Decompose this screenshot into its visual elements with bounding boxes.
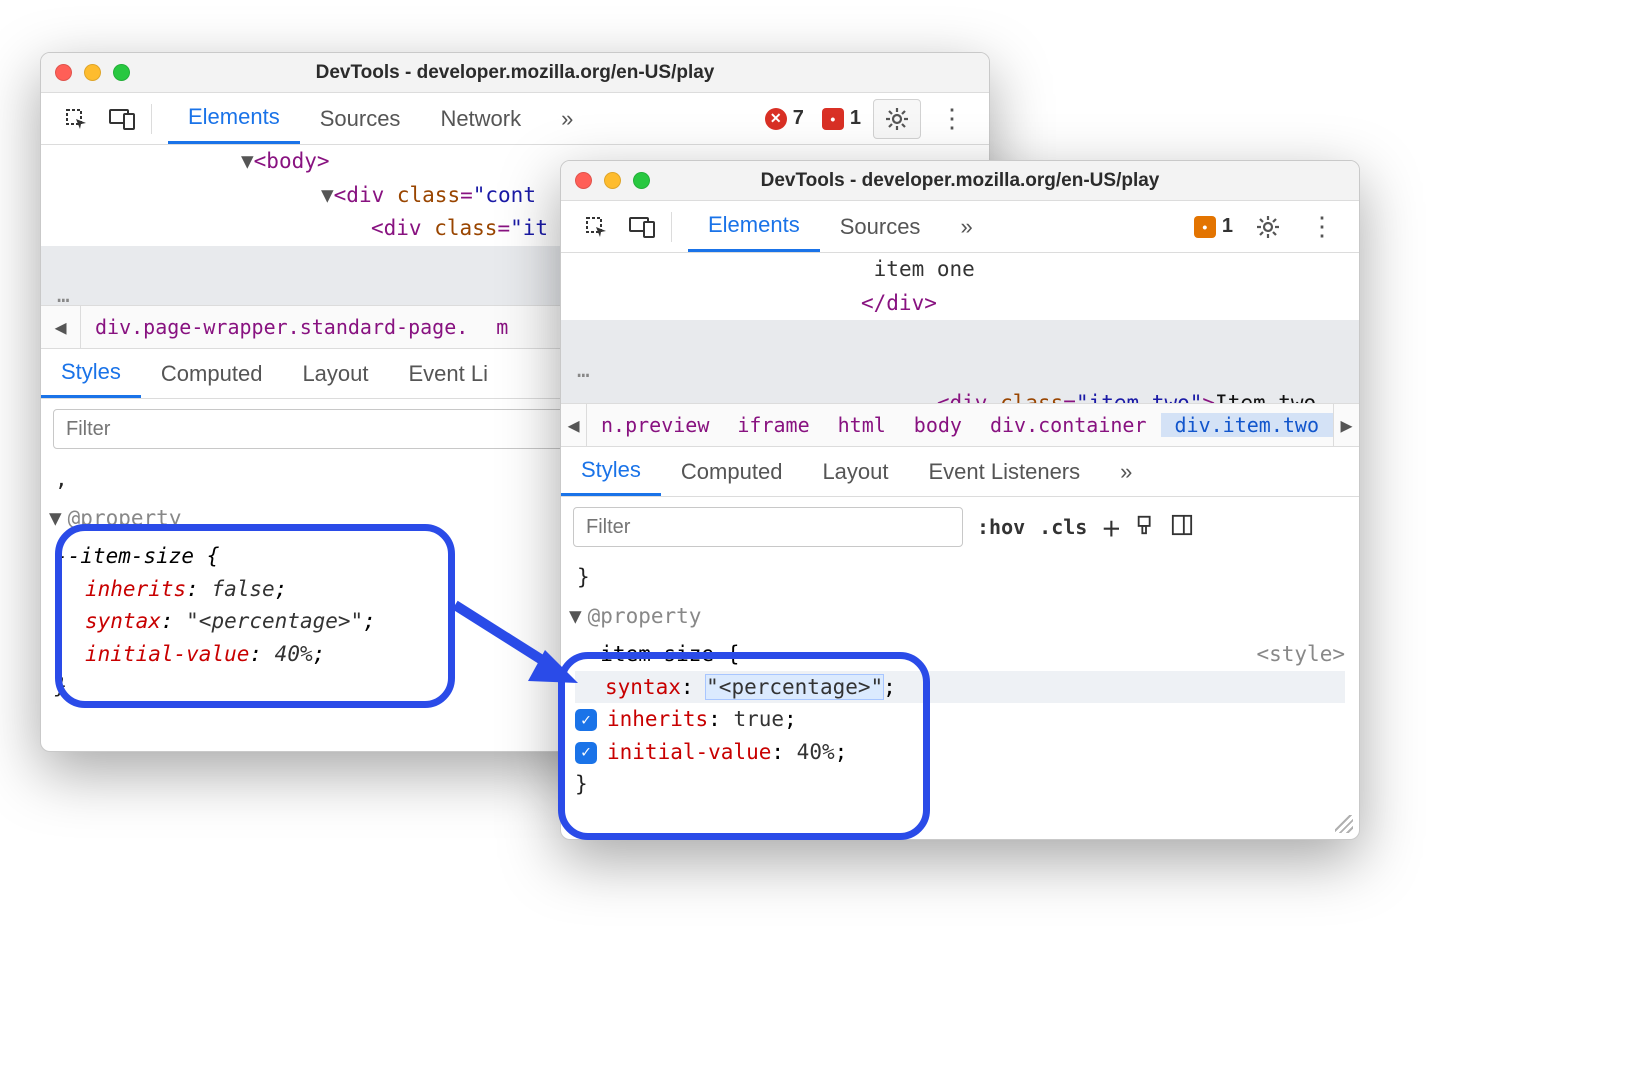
toolbar-right: • 1 ⋮ bbox=[1188, 211, 1347, 242]
window-title: DevTools - developer.mozilla.org/en-US/p… bbox=[561, 170, 1359, 192]
crumb-item[interactable]: div.page-wrapper.standard-page. bbox=[81, 315, 482, 339]
issue-icon: • bbox=[822, 108, 844, 130]
device-icon[interactable] bbox=[619, 201, 665, 252]
crumb-item[interactable]: iframe bbox=[723, 413, 823, 437]
panel-tabs: Elements Sources » bbox=[688, 201, 993, 252]
crumb-item[interactable]: n.preview bbox=[587, 413, 723, 437]
breadcrumb: ◀ n.preview iframe html body div.contain… bbox=[561, 403, 1359, 447]
window-title: DevTools - developer.mozilla.org/en-US/p… bbox=[41, 62, 989, 84]
devtools-window-b: DevTools - developer.mozilla.org/en-US/p… bbox=[560, 160, 1360, 840]
styles-filter-bar: :hov .cls ＋ bbox=[561, 497, 1359, 557]
minimize-icon[interactable] bbox=[604, 172, 621, 189]
devtools-toolbar: Elements Sources Network » ✕ 7 • 1 ⋮ bbox=[41, 93, 989, 145]
minimize-icon[interactable] bbox=[84, 64, 101, 81]
tabs-overflow[interactable]: » bbox=[1100, 447, 1152, 496]
subtab-computed[interactable]: Computed bbox=[141, 349, 283, 398]
crumb-item-active[interactable]: div.item.two bbox=[1161, 413, 1334, 437]
dom-tree[interactable]: item one </div> … <div class="item two">… bbox=[561, 253, 1359, 403]
gear-icon[interactable] bbox=[1245, 215, 1291, 239]
styles-pane[interactable]: } ▼@property <style> --item-size { synta… bbox=[561, 557, 1359, 813]
gear-icon[interactable] bbox=[873, 99, 921, 139]
traffic-lights bbox=[55, 64, 130, 81]
devtools-toolbar: Elements Sources » • 1 ⋮ bbox=[561, 201, 1359, 253]
inspect-icon[interactable] bbox=[573, 201, 619, 252]
error-badge[interactable]: ✕ 7 bbox=[759, 105, 810, 132]
close-brace: } bbox=[569, 561, 1351, 594]
divider bbox=[151, 104, 152, 134]
warning-badge[interactable]: • 1 bbox=[816, 105, 867, 132]
crumb-item[interactable]: body bbox=[900, 413, 976, 437]
issue-icon: • bbox=[1194, 216, 1216, 238]
tab-network[interactable]: Network bbox=[420, 93, 541, 144]
close-icon[interactable] bbox=[55, 64, 72, 81]
subtab-event-listeners[interactable]: Event Li bbox=[389, 349, 509, 398]
ellipsis-icon[interactable]: … bbox=[577, 354, 590, 388]
subtab-layout[interactable]: Layout bbox=[802, 447, 908, 496]
ellipsis-icon[interactable]: … bbox=[57, 279, 70, 305]
error-count: 7 bbox=[793, 107, 804, 130]
resize-handle-icon[interactable] bbox=[1335, 815, 1353, 833]
warning-count: 1 bbox=[1222, 215, 1233, 238]
checkbox-icon[interactable]: ✓ bbox=[575, 742, 597, 764]
traffic-lights bbox=[575, 172, 650, 189]
tab-sources[interactable]: Sources bbox=[300, 93, 421, 144]
filter-input[interactable] bbox=[573, 507, 963, 547]
inspect-icon[interactable] bbox=[53, 93, 99, 144]
zoom-icon[interactable] bbox=[113, 64, 130, 81]
at-property-header[interactable]: ▼@property bbox=[569, 594, 1351, 639]
close-brace: } bbox=[575, 768, 1345, 801]
tabs-overflow[interactable]: » bbox=[541, 93, 593, 144]
new-rule-icon[interactable]: ＋ bbox=[1101, 513, 1121, 542]
tab-elements[interactable]: Elements bbox=[688, 201, 820, 252]
subtab-layout[interactable]: Layout bbox=[282, 349, 388, 398]
divider bbox=[671, 212, 672, 242]
tab-elements[interactable]: Elements bbox=[168, 93, 300, 144]
error-icon: ✕ bbox=[765, 108, 787, 130]
kebab-icon[interactable]: ⋮ bbox=[927, 103, 977, 134]
rule-selector[interactable]: --item-size { bbox=[575, 638, 1345, 671]
panel-tabs: Elements Sources Network » bbox=[168, 93, 593, 144]
tab-sources[interactable]: Sources bbox=[820, 201, 941, 252]
warning-badge[interactable]: • 1 bbox=[1188, 213, 1239, 240]
arrow-icon bbox=[450, 595, 580, 695]
titlebar: DevTools - developer.mozilla.org/en-US/p… bbox=[561, 161, 1359, 201]
close-icon[interactable] bbox=[575, 172, 592, 189]
paint-brush-icon[interactable] bbox=[1135, 514, 1157, 541]
toolbar-right: ✕ 7 • 1 ⋮ bbox=[759, 99, 977, 139]
css-declaration[interactable]: syntax: "<percentage>"; bbox=[575, 671, 1345, 704]
cls-button[interactable]: .cls bbox=[1039, 515, 1087, 539]
dom-node[interactable]: </div> bbox=[561, 287, 1359, 321]
subtab-styles[interactable]: Styles bbox=[561, 447, 661, 496]
dom-node-selected[interactable]: … <div class="item two">Item two bbox=[561, 320, 1359, 403]
css-rule-block: <style> --item-size { syntax: "<percenta… bbox=[569, 638, 1351, 801]
crumb-item[interactable]: m bbox=[482, 315, 522, 339]
crumb-item[interactable]: div.container bbox=[976, 413, 1161, 437]
hov-button[interactable]: :hov bbox=[977, 515, 1025, 539]
source-link[interactable]: <style> bbox=[1256, 638, 1345, 671]
subtab-event-listeners[interactable]: Event Listeners bbox=[909, 447, 1101, 496]
computed-panel-icon[interactable] bbox=[1171, 514, 1193, 541]
scroll-right-icon[interactable]: ▶ bbox=[1333, 404, 1359, 446]
subtab-styles[interactable]: Styles bbox=[41, 349, 141, 398]
dom-node[interactable]: item one bbox=[561, 253, 1359, 287]
kebab-icon[interactable]: ⋮ bbox=[1297, 211, 1347, 242]
warning-count: 1 bbox=[850, 107, 861, 130]
tabs-overflow[interactable]: » bbox=[940, 201, 992, 252]
styles-subtabs: Styles Computed Layout Event Listeners » bbox=[561, 447, 1359, 497]
subtab-computed[interactable]: Computed bbox=[661, 447, 803, 496]
device-icon[interactable] bbox=[99, 93, 145, 144]
scroll-left-icon[interactable]: ◀ bbox=[561, 404, 587, 446]
crumb-item[interactable]: html bbox=[824, 413, 900, 437]
titlebar: DevTools - developer.mozilla.org/en-US/p… bbox=[41, 53, 989, 93]
zoom-icon[interactable] bbox=[633, 172, 650, 189]
css-declaration[interactable]: ✓inherits: true; bbox=[575, 703, 1345, 736]
checkbox-icon[interactable]: ✓ bbox=[575, 709, 597, 731]
css-declaration[interactable]: ✓initial-value: 40%; bbox=[575, 736, 1345, 769]
